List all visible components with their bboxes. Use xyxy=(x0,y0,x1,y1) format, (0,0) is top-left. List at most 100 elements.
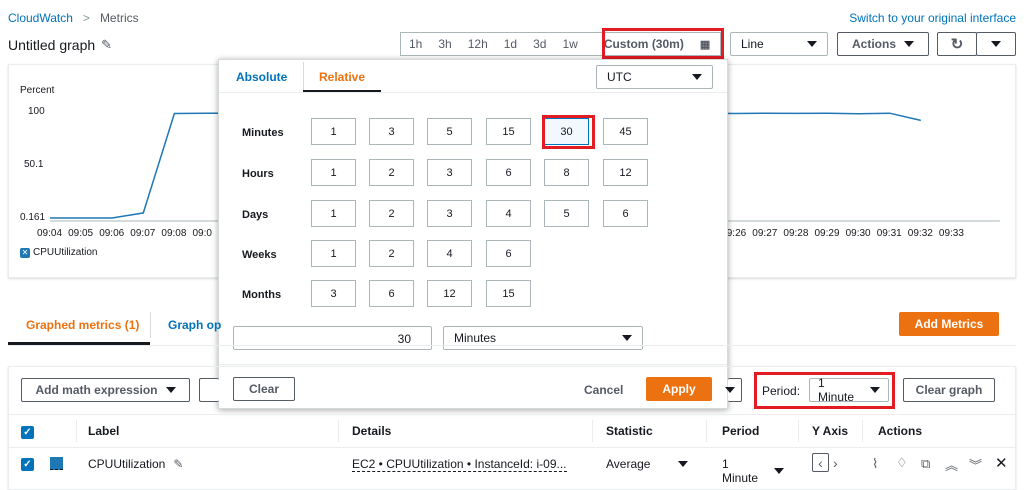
x-tick-label: 09:33 xyxy=(938,228,964,239)
x-tick-label: 09:08 xyxy=(161,228,187,239)
tabs-divider xyxy=(219,92,727,93)
chevron-down-icon xyxy=(870,387,880,393)
period-control: Period: 1 Minute xyxy=(758,376,892,405)
tab-graph-options[interactable]: Graph op xyxy=(168,318,221,332)
range-option-minutes-3[interactable]: 3 xyxy=(369,118,414,145)
range-option-hours-8[interactable]: 8 xyxy=(544,159,589,186)
chevron-down-icon xyxy=(622,335,632,341)
x-tick-label: 09:05 xyxy=(68,228,94,239)
row-label-months: Months xyxy=(242,289,282,301)
column-header-y-axis[interactable]: Y Axis xyxy=(812,424,848,438)
chevron-down-icon xyxy=(774,468,784,474)
x-tick-label: 09:27 xyxy=(752,228,778,239)
amount-input[interactable]: 30 xyxy=(233,326,432,350)
y-axis-left-icon[interactable]: ‹ xyxy=(812,453,829,472)
custom-range-popup: Absolute Relative UTC Minutes Hours Days… xyxy=(218,59,728,409)
header-divider xyxy=(338,420,339,442)
timezone-select[interactable]: UTC xyxy=(596,65,713,89)
range-option-days-2[interactable]: 2 xyxy=(369,200,414,227)
popup-footer-divider xyxy=(219,364,727,365)
column-header-actions: Actions xyxy=(878,424,923,438)
range-option-hours-6[interactable]: 6 xyxy=(486,159,531,186)
range-option-hours-3[interactable]: 3 xyxy=(427,159,472,186)
unit-select[interactable]: Minutes xyxy=(443,326,643,350)
add-math-expression-button[interactable]: Add math expression xyxy=(21,378,190,402)
x-tick-label: 09:31 xyxy=(876,228,902,239)
range-option-days-3[interactable]: 3 xyxy=(427,200,472,227)
tab-divider xyxy=(303,62,304,92)
range-option-minutes-30[interactable]: 30 xyxy=(544,118,589,145)
chart-legend[interactable]: ✕ CPUUtilization xyxy=(20,247,97,258)
row-label-weeks: Weeks xyxy=(242,249,277,261)
clear-graph-button[interactable]: Clear graph xyxy=(903,378,995,402)
y-axis-right-icon[interactable]: › xyxy=(833,455,838,471)
x-tick-label: 09:0 xyxy=(192,228,212,239)
move-up-icon[interactable]: ︽ xyxy=(945,455,958,474)
row-details[interactable]: EC2 • CPUUtilization • InstanceId: i-09.… xyxy=(352,457,567,472)
range-option-days-5[interactable]: 5 xyxy=(544,200,589,227)
row-period-select[interactable]: 1 Minute xyxy=(722,457,784,485)
x-tick-label: 09:29 xyxy=(814,228,840,239)
range-option-months-15[interactable]: 15 xyxy=(486,280,531,307)
range-option-months-12[interactable]: 12 xyxy=(427,280,472,307)
range-option-hours-2[interactable]: 2 xyxy=(369,159,414,186)
range-option-weeks-2[interactable]: 2 xyxy=(369,240,414,267)
x-tick-label: 09:04 xyxy=(37,228,63,239)
edit-icon[interactable]: ✎ xyxy=(173,457,183,471)
range-option-weeks-6[interactable]: 6 xyxy=(486,240,531,267)
range-option-days-4[interactable]: 4 xyxy=(486,200,531,227)
duplicate-icon[interactable]: ⧉ xyxy=(921,456,930,472)
period-label: Period: xyxy=(762,383,801,398)
row-label-days: Days xyxy=(242,209,269,221)
hidden-button-left[interactable] xyxy=(199,378,219,402)
range-option-months-3[interactable]: 3 xyxy=(311,280,356,307)
header-divider xyxy=(862,420,863,442)
range-option-minutes-1[interactable]: 1 xyxy=(311,118,356,145)
period-select[interactable]: 1 Minute xyxy=(809,376,889,404)
legend-checkbox-icon: ✕ xyxy=(20,247,30,258)
range-option-weeks-4[interactable]: 4 xyxy=(427,240,472,267)
header-divider xyxy=(798,420,799,442)
remove-icon[interactable]: ✕ xyxy=(995,454,1008,472)
row-period-value: 1 Minute xyxy=(722,457,759,485)
column-header-label[interactable]: Label xyxy=(88,424,119,438)
amount-value: 30 xyxy=(397,332,411,346)
column-header-details[interactable]: Details xyxy=(352,424,391,438)
range-option-minutes-5[interactable]: 5 xyxy=(427,118,472,145)
alarm-bell-icon[interactable]: ♢ xyxy=(896,455,908,471)
column-header-period[interactable]: Period xyxy=(722,424,759,438)
unit-value: Minutes xyxy=(454,331,497,345)
hidden-dropdown-right[interactable] xyxy=(724,378,742,402)
anomaly-detection-icon[interactable]: ⌇ xyxy=(872,456,878,472)
tab-relative[interactable]: Relative xyxy=(319,70,365,84)
select-all-checkbox[interactable]: ✓ xyxy=(21,426,34,439)
move-down-icon[interactable]: ︾ xyxy=(969,455,982,474)
range-option-minutes-45[interactable]: 45 xyxy=(603,118,648,145)
range-option-hours-12[interactable]: 12 xyxy=(603,159,648,186)
header-divider xyxy=(592,420,593,442)
chevron-down-icon xyxy=(692,74,702,80)
header-divider xyxy=(76,420,77,442)
row-statistic-select[interactable]: Average xyxy=(606,457,688,471)
x-tick-label: 09:32 xyxy=(907,228,933,239)
series-color-swatch[interactable] xyxy=(50,457,63,470)
range-option-weeks-1[interactable]: 1 xyxy=(311,240,356,267)
range-option-hours-1[interactable]: 1 xyxy=(311,159,356,186)
table-header-divider-top xyxy=(8,414,1016,415)
range-option-months-6[interactable]: 6 xyxy=(369,280,414,307)
column-header-statistic[interactable]: Statistic xyxy=(606,424,653,438)
row-checkbox[interactable]: ✓ xyxy=(21,458,34,471)
range-option-days-6[interactable]: 6 xyxy=(603,200,648,227)
range-option-minutes-15[interactable]: 15 xyxy=(486,118,531,145)
clear-graph-label: Clear graph xyxy=(915,383,983,397)
x-tick-label: 09:28 xyxy=(783,228,809,239)
row-label: CPUUtilization ✎ xyxy=(88,457,183,471)
tab-graphed-metrics[interactable]: Graphed metrics (1) xyxy=(26,318,139,332)
tab-absolute[interactable]: Absolute xyxy=(236,70,287,84)
row-label-text: CPUUtilization xyxy=(88,457,166,471)
header-divider xyxy=(706,420,707,442)
tabs-baseline xyxy=(8,345,1016,346)
add-metrics-button[interactable]: Add Metrics xyxy=(899,312,999,336)
row-statistic-value: Average xyxy=(606,457,651,471)
range-option-days-1[interactable]: 1 xyxy=(311,200,356,227)
